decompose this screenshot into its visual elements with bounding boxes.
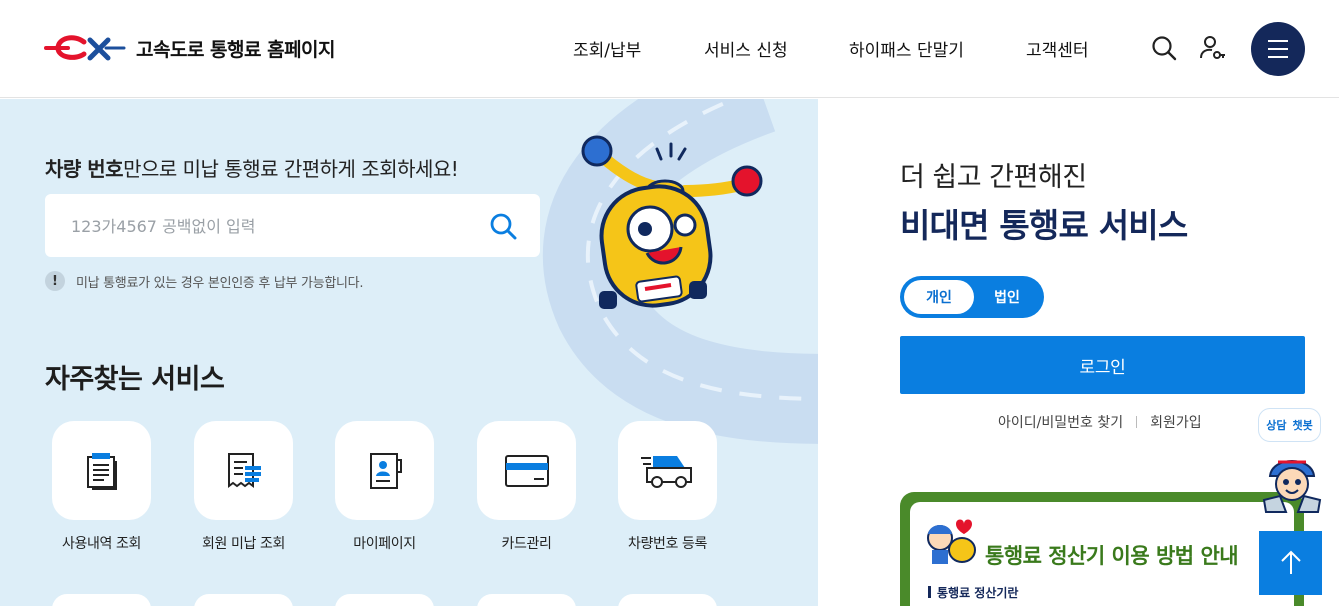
service-card-next-row[interactable]: [194, 594, 293, 606]
vehicle-search-box: [45, 194, 540, 257]
search-title: 차량 번호만으로 미납 통행료 간편하게 조회하세요!: [45, 153, 459, 182]
banner-inner: 통행료 정산기 이용 방법 안내 통행료 정산기란: [910, 502, 1294, 606]
find-id-password-link[interactable]: 아이디/비밀번호 찾기: [998, 412, 1123, 432]
toggle-personal[interactable]: 개인: [904, 280, 974, 314]
vehicle-search-section: 차량 번호만으로 미납 통행료 간편하게 조회하세요! ! 미납 통행료가 있는…: [0, 99, 818, 606]
nav-lookup-pay[interactable]: 조회/납부: [573, 36, 641, 61]
card-icon: [504, 454, 549, 487]
service-card[interactable]: [335, 421, 434, 520]
nav-customer-center[interactable]: 고객센터: [1026, 36, 1089, 61]
service-label: 마이페이지: [353, 536, 416, 552]
search-submit-icon[interactable]: [488, 211, 518, 241]
search-icon[interactable]: [1150, 34, 1178, 62]
service-card[interactable]: [618, 421, 717, 520]
divider: [1136, 416, 1138, 428]
banner-title: 통행료 정산기 이용 방법 안내: [985, 544, 1239, 568]
notice: ! 미납 통행료가 있는 경우 본인인증 후 납부 가능합니다.: [45, 271, 363, 291]
scroll-top-button[interactable]: [1259, 531, 1322, 595]
arrow-up-icon: [1280, 550, 1301, 574]
service-card[interactable]: [52, 421, 151, 520]
service-card-next-row[interactable]: [335, 594, 434, 606]
search-title-bold: 차량 번호: [45, 157, 124, 181]
nav-hipass-device[interactable]: 하이패스 단말기: [849, 36, 964, 61]
service-card-next-row[interactable]: [52, 594, 151, 606]
hamburger-menu-icon[interactable]: [1251, 22, 1305, 76]
chatbot-bubble[interactable]: 상담 챗봇: [1258, 408, 1321, 442]
document-list-icon: [86, 452, 117, 490]
site-title: 고속도로 통행료 홈페이지: [136, 38, 336, 61]
user-key-icon[interactable]: [1198, 34, 1226, 62]
login-subtitle: 더 쉽고 간편해진: [900, 162, 1087, 193]
chatbot-label-left: 상담: [1266, 419, 1287, 432]
car-icon: [640, 455, 692, 488]
service-label: 차량번호 등록: [628, 536, 707, 552]
banner-subtitle: 통행료 정산기란: [928, 584, 1018, 601]
site-header: 고속도로 통행료 홈페이지 조회/납부 서비스 신청 하이패스 단말기 고객센터: [0, 0, 1339, 98]
service-label: 회원 미납 조회: [202, 536, 285, 552]
ex-logo-icon: [44, 35, 126, 61]
toll-machine-banner[interactable]: 통행료 정산기 이용 방법 안내 통행료 정산기란: [900, 492, 1304, 606]
search-title-rest: 만으로 미납 통행료 간편하게 조회하세요!: [123, 157, 459, 181]
service-card-next-row[interactable]: [477, 594, 576, 606]
receipt-icon: [227, 452, 261, 488]
join-link[interactable]: 회원가입: [1150, 412, 1202, 432]
chatbot-label-right: 챗봇: [1292, 419, 1313, 432]
site-logo[interactable]: 고속도로 통행료 홈페이지: [44, 34, 336, 62]
service-card[interactable]: [477, 421, 576, 520]
mascots-icon: [927, 519, 976, 564]
service-label: 카드관리: [501, 536, 552, 552]
chatbot-widget[interactable]: 상담 챗봇: [1258, 408, 1324, 516]
chatbot-mascot-icon: [1262, 460, 1322, 513]
toggle-corporate[interactable]: 법인: [974, 280, 1040, 314]
exclamation-icon: !: [45, 271, 65, 291]
vehicle-number-input[interactable]: [71, 212, 471, 240]
notice-text: 미납 통행료가 있는 경우 본인인증 후 납부 가능합니다.: [76, 275, 364, 291]
login-button[interactable]: 로그인: [900, 336, 1305, 394]
login-title: 비대면 통행료 서비스: [900, 206, 1188, 245]
services-title: 자주찾는 서비스: [45, 364, 225, 395]
login-section: 더 쉽고 간편해진 비대면 통행료 서비스 개인 법인 로그인 아이디/비밀번호…: [818, 99, 1339, 606]
service-card[interactable]: [194, 421, 293, 520]
service-label: 사용내역 조회: [62, 536, 141, 552]
member-type-toggle: 개인 법인: [900, 276, 1044, 318]
nav-service-apply[interactable]: 서비스 신청: [704, 36, 788, 61]
profile-book-icon: [369, 452, 402, 489]
service-card-next-row[interactable]: [618, 594, 717, 606]
account-links: 아이디/비밀번호 찾기 회원가입: [998, 412, 1202, 432]
mascot-illustration: [581, 135, 763, 309]
